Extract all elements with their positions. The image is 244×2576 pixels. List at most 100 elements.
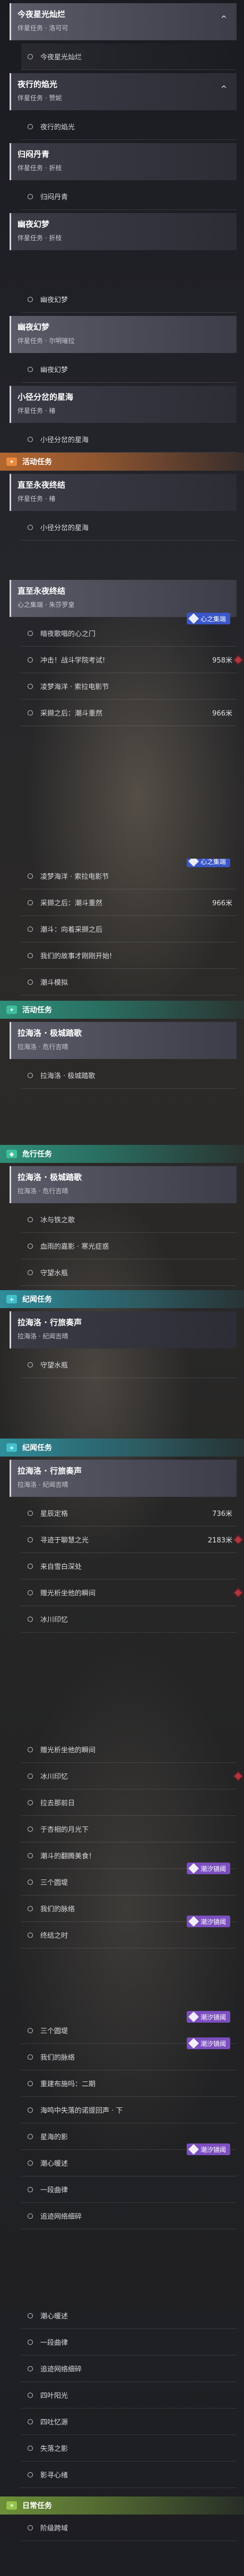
circle-icon: [28, 2027, 33, 2033]
quest-card[interactable]: 直至永夜终结 伴星任务 · 椿: [10, 474, 237, 511]
list-item[interactable]: 海鸣中失落的诺提回声 · 下: [21, 2097, 237, 2123]
list-item[interactable]: 冲击！战斗学院考试! 958米: [21, 647, 243, 673]
list-item[interactable]: 潮心暖述 潮汐镜阈: [21, 2143, 237, 2176]
chevron-up-icon[interactable]: ^: [217, 13, 230, 25]
list-item[interactable]: 采撷之后：潮斗重然 966米: [21, 700, 237, 726]
list-item[interactable]: 潮斗模拟: [21, 969, 237, 995]
list-item[interactable]: 拉去那前日: [21, 1789, 237, 1816]
quest-card[interactable]: 拉海洛 · 行旅奏声 拉海洛 · 纪闻吉晴: [10, 1311, 237, 1348]
list-item[interactable]: 小径分岔的星海: [21, 426, 237, 453]
list-item-label: 终结之时: [40, 1932, 68, 1940]
quest-card[interactable]: 归闷丹青 伴星任务 · 折枝: [10, 143, 237, 180]
list-item[interactable]: 采撷之后：潮斗重然 966米: [21, 889, 237, 916]
circle-icon: [28, 2133, 33, 2139]
tracking-badge[interactable]: 心之集端: [186, 613, 230, 624]
circle-icon: [28, 630, 33, 636]
tracking-badge[interactable]: 心之集端: [186, 859, 230, 867]
list-item-label: 阶级跨域: [40, 2525, 68, 2533]
list-item[interactable]: 守望水瓶: [21, 1259, 237, 1286]
list-item[interactable]: 潮斗：向着采撷之后: [21, 916, 237, 942]
category-header[interactable]: ☀ 日常任务: [0, 2496, 244, 2515]
circle-icon: [28, 1537, 33, 1542]
circle-icon: [28, 193, 33, 199]
category-header[interactable]: + 纪闻任务: [0, 1439, 244, 1457]
circle-icon: [28, 1932, 33, 1938]
category-header[interactable]: ✦ 活动任务: [0, 453, 244, 471]
circle-icon: [28, 1269, 33, 1275]
quest-card[interactable]: 拉海洛 · 行旅奏声 拉海洛 · 纪闻吉晴: [10, 1460, 237, 1497]
list-item[interactable]: 归闷丹青: [21, 183, 237, 210]
tide-realm-badge[interactable]: 潮汐镜阈: [186, 2037, 230, 2049]
list-item[interactable]: 冰川印忆: [21, 1763, 243, 1789]
list-item[interactable]: 赠光析坐他的瞬间: [21, 1580, 243, 1606]
list-item[interactable]: 守望水瓶: [21, 1352, 237, 1378]
list-item-label: 潮心暖述: [40, 2313, 68, 2321]
list-item[interactable]: 赠光析坐他的瞬间: [21, 1736, 237, 1763]
quest-card[interactable]: 幽夜幻梦 伴星任务 · 尔明璀拉: [10, 316, 237, 353]
list-item[interactable]: 我们的脉络 潮汐镜阈: [21, 2037, 237, 2070]
list-item[interactable]: 幽夜幻梦: [21, 356, 237, 383]
list-item[interactable]: 寻迹于聊慧之光 2183米: [21, 1527, 243, 1553]
category-header[interactable]: ✦ 活动任务: [0, 1001, 244, 1019]
list-item[interactable]: 一段曲律: [21, 2329, 237, 2356]
list-item[interactable]: 潮心暖述: [21, 2302, 237, 2329]
quest-card[interactable]: 直至永夜终结 心之集端 · 朱莎罗皇: [10, 580, 237, 617]
circle-icon: [28, 926, 33, 932]
list-item[interactable]: 拉海洛 · 极城踏歌: [21, 1062, 237, 1089]
list-item[interactable]: 追迹网络细碎: [21, 2356, 237, 2382]
tide-realm-badge[interactable]: 潮汐镜阈: [186, 2143, 230, 2155]
plus-icon: +: [6, 1443, 17, 1452]
circle-icon: [28, 2313, 33, 2318]
list-item[interactable]: 血雨的嘉影 · 寒光症惑: [21, 1233, 237, 1259]
list-item[interactable]: 终结之时 潮汐镜阈: [21, 1916, 237, 1948]
list-item[interactable]: 星辰定格 736米: [21, 1500, 237, 1527]
list-item[interactable]: 四叶阳光: [21, 2382, 237, 2409]
list-item[interactable]: 小径分岔的星海: [21, 514, 237, 541]
list-item[interactable]: 失落之影: [21, 2435, 237, 2462]
quest-title: 拉海洛 · 行旅奏声: [18, 1466, 82, 1476]
list-item-label: 我们的故事才刚刚开始!: [40, 952, 112, 960]
category-title: 日常任务: [22, 2502, 52, 2510]
quest-card[interactable]: 拉海洛 · 极城踏歌 拉海洛 · 危行吉晴: [10, 1022, 237, 1059]
list-item[interactable]: 凌梦海洋 · 索拉电影节 心之集端: [21, 859, 237, 889]
list-item-label: 小径分岔的星海: [40, 436, 89, 444]
list-item[interactable]: 暗夜歌唱的心之门 心之集端: [21, 613, 237, 647]
quest-list-segment-5: ◆ 危行任务 拉海洛 · 极城踏歌 拉海洛 · 危行吉晴 冰与铁之歌 血雨的嘉影 …: [0, 1145, 244, 1431]
list-item[interactable]: 四吐忆源: [21, 2409, 237, 2435]
quest-card[interactable]: 今夜星光灿烂 伴星任务 · 洛可可 ^: [10, 3, 237, 40]
list-item[interactable]: 于杏相的月光下: [21, 1816, 237, 1842]
list-item-label: 拉海洛 · 极城踏歌: [40, 1072, 95, 1080]
quest-card[interactable]: 拉海洛 · 极城踏歌 拉海洛 · 危行吉晴: [10, 1166, 237, 1203]
list-item[interactable]: 凌梦海洋 · 索拉电影节: [21, 673, 237, 700]
list-item[interactable]: 冰川印忆: [21, 1606, 237, 1633]
list-item[interactable]: 三个圆堤 潮汐镜阈: [21, 1863, 237, 1895]
list-item[interactable]: 重建布施吗：二期: [21, 2070, 237, 2097]
list-item[interactable]: 一段曲律: [21, 2176, 237, 2203]
marker-icon: [233, 1770, 243, 1781]
tide-realm-badge[interactable]: 潮汐镜阈: [186, 1916, 230, 1927]
category-header[interactable]: + 纪闻任务: [0, 1290, 244, 1308]
tide-realm-badge[interactable]: 潮汐镜阈: [186, 1863, 230, 1874]
chevron-up-icon[interactable]: ^: [217, 83, 230, 95]
list-item[interactable]: 夜行的焰光: [21, 113, 237, 140]
list-item-label: 寻迹于聊慧之光: [40, 1537, 89, 1545]
quest-card[interactable]: 幽夜幻梦 伴星任务 · 折枝: [10, 213, 237, 250]
quest-card[interactable]: 夜行的焰光 伴星任务 · 赞妮 ^: [10, 73, 237, 110]
circle-icon: [28, 2419, 33, 2424]
list-item[interactable]: 影寻心绪: [21, 2462, 237, 2488]
circle-icon: [28, 2213, 33, 2219]
list-item-label: 三个圆堤: [40, 1879, 68, 1887]
list-item[interactable]: 来自雪白深处: [21, 1553, 237, 1580]
list-item[interactable]: 我们的故事才刚刚开始!: [21, 942, 237, 969]
quest-subtitle: 伴星任务 · 尔明璀拉: [18, 337, 75, 345]
list-item[interactable]: 追迹网络细碎: [21, 2203, 237, 2229]
list-item[interactable]: 冰与铁之歌: [21, 1206, 237, 1233]
quest-card[interactable]: 小径分岔的星海 伴星任务 · 椿: [10, 386, 237, 423]
list-item[interactable]: 幽夜幻梦: [21, 286, 237, 313]
list-item[interactable]: 今夜星光灿烂: [21, 43, 237, 70]
quest-title: 直至永夜终结: [18, 586, 66, 596]
list-item[interactable]: 阶级跨域: [21, 2515, 237, 2541]
list-item-label: 小径分岔的星海: [40, 524, 89, 532]
category-header[interactable]: ◆ 危行任务: [0, 1145, 244, 1163]
tide-realm-badge[interactable]: 潮汐镜阈: [186, 2011, 230, 2023]
